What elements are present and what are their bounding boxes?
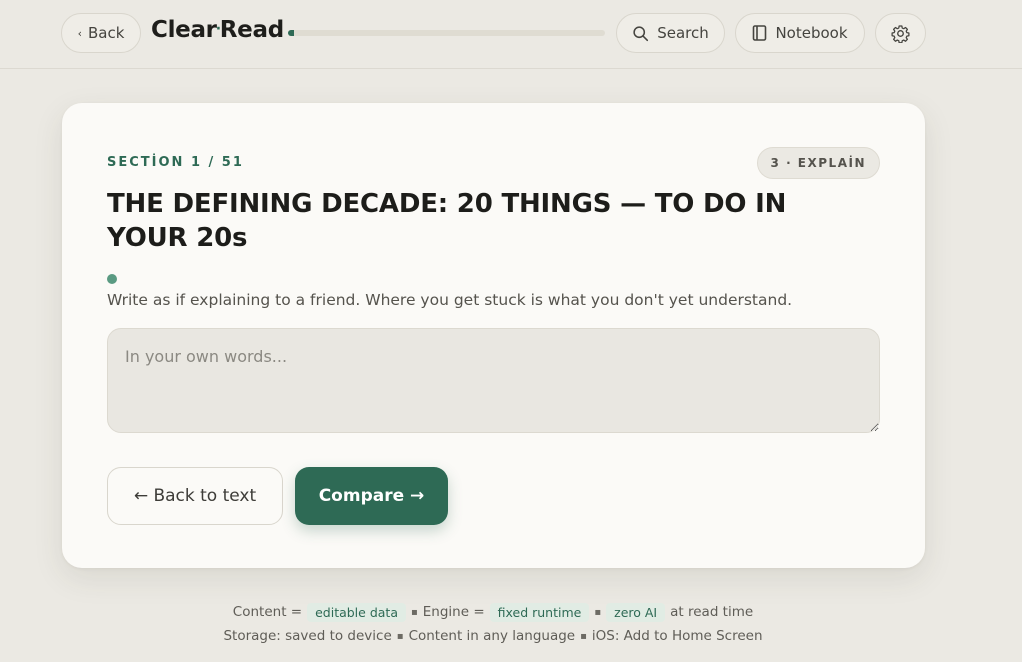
search-icon (632, 25, 649, 42)
footer-content-prefix: Content = (232, 604, 303, 620)
back-button-label: Back (87, 24, 125, 42)
top-bar: ‹ Back Clear·Read Search Notebook (0, 0, 1022, 69)
back-button[interactable]: ‹ Back (61, 13, 141, 53)
footer-line-1: Content = editable data ▪ Engine = fixed… (0, 600, 986, 624)
instruction-text: Write as if explaining to a friend. Wher… (107, 291, 793, 309)
explanation-input[interactable] (107, 328, 880, 433)
footer: Content = editable data ▪ Engine = fixed… (0, 600, 986, 648)
step-badge: 3 · EXPLAİN (756, 147, 880, 179)
footer-engine-prefix: Engine = (422, 604, 485, 620)
back-to-text-button[interactable]: ← Back to text (107, 467, 283, 525)
chevron-left-icon: ‹ (77, 26, 82, 40)
reading-progress-fill (288, 30, 295, 36)
separator-bullet: ▪ (396, 630, 404, 642)
brand-left: Clear (151, 17, 217, 43)
section-title: THE DEFINING DECADE: 20 THINGS — TO DO I… (107, 189, 787, 253)
zero-ai-chip: zero AI (606, 602, 666, 622)
search-button[interactable]: Search (616, 13, 725, 53)
separator-bullet: ▪ (580, 630, 587, 642)
section-counter: SECTİON 1 / 51 (107, 155, 244, 170)
search-button-label: Search (657, 24, 709, 42)
notebook-button-label: Notebook (775, 24, 848, 42)
fixed-runtime-chip: fixed runtime (489, 602, 590, 622)
gear-icon (891, 24, 910, 43)
explain-card: SECTİON 1 / 51 3 · EXPLAİN THE DEFINING … (62, 103, 925, 568)
notebook-button[interactable]: Notebook (735, 13, 865, 53)
reading-progress-bar (288, 30, 605, 36)
settings-button[interactable] (875, 13, 926, 53)
brand-right: Read (219, 17, 284, 43)
footer-storage: Storage: saved to device (223, 628, 392, 644)
brand-dot: · (215, 21, 221, 37)
editable-data-chip: editable data (307, 602, 406, 622)
footer-language: Content in any language (408, 628, 576, 644)
compare-button[interactable]: Compare → (295, 467, 448, 525)
separator-bullet: ▪ (410, 606, 418, 618)
notebook-icon (752, 25, 767, 41)
separator-bullet: ▪ (594, 606, 602, 618)
footer-ai-suffix: at read time (670, 604, 754, 620)
app-logo: Clear·Read (151, 17, 284, 43)
footer-line-2: Storage: saved to device ▪ Content in an… (0, 624, 986, 648)
footer-ios: iOS: Add to Home Screen (591, 628, 763, 644)
status-dot (107, 274, 117, 284)
